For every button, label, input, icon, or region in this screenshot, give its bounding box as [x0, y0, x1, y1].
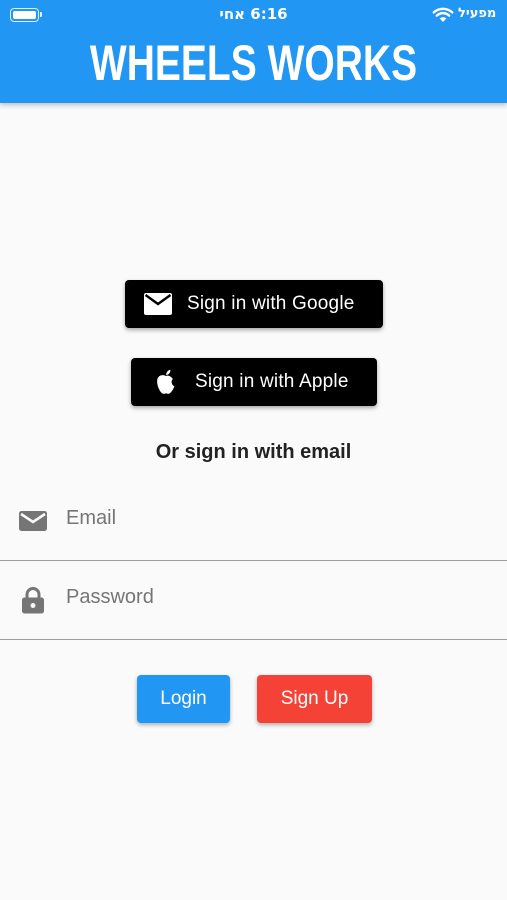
apple-signin-button[interactable]: Sign in with Apple — [131, 358, 377, 406]
login-button[interactable]: Login — [137, 675, 230, 723]
email-field[interactable]: Email — [0, 481, 507, 561]
email-placeholder: Email — [66, 507, 117, 529]
google-signin-label: Sign in with Google — [187, 293, 355, 314]
password-field[interactable]: Password — [0, 560, 507, 640]
wifi-icon — [432, 7, 454, 22]
status-time: 6:16 אחי — [219, 5, 288, 23]
lock-icon — [22, 587, 44, 614]
status-bar: 6:16 אחי מפעיל — [0, 0, 507, 30]
password-placeholder: Password — [66, 586, 154, 608]
email-signin-heading: Or sign in with email — [155, 441, 352, 463]
mail-icon — [143, 292, 173, 316]
app-title: WHEELS WORKS — [89, 35, 418, 91]
google-signin-button[interactable]: Sign in with Google — [125, 280, 383, 328]
app-header: 6:16 אחי מפעיל WHEELS WORKS — [0, 0, 507, 103]
apple-signin-label: Sign in with Apple — [195, 371, 349, 392]
carrier-label: מפעיל — [458, 6, 497, 21]
apple-icon — [151, 369, 181, 394]
signup-button[interactable]: Sign Up — [257, 675, 372, 723]
mail-icon — [19, 511, 47, 531]
